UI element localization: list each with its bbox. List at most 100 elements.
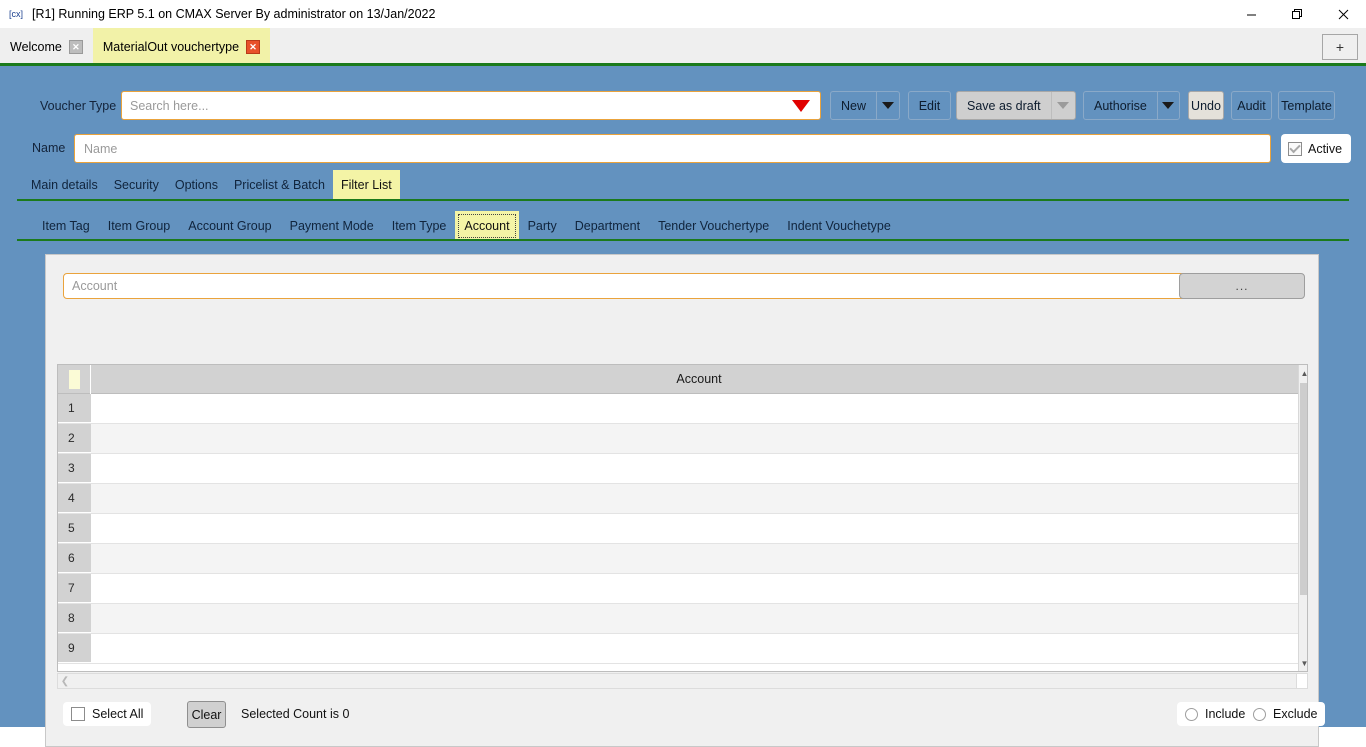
table-row[interactable]: 9 [58, 634, 1307, 664]
authorise-dropdown-arrow[interactable] [1156, 92, 1179, 119]
select-all-label: Select All [92, 707, 144, 721]
template-button[interactable]: Template [1278, 91, 1335, 120]
tab-security[interactable]: Security [106, 170, 167, 199]
account-filter-panel: ... Account 1 2 3 4 5 [45, 254, 1326, 747]
account-search-field[interactable] [63, 273, 1189, 299]
table-row[interactable]: 6 [58, 544, 1307, 574]
name-input[interactable] [75, 141, 1270, 156]
voucher-type-input[interactable] [122, 98, 792, 113]
tab-item-tag[interactable]: Item Tag [33, 211, 99, 241]
tab-tender-vouchertype[interactable]: Tender Vouchertype [649, 211, 778, 241]
table-row[interactable]: 2 [58, 424, 1307, 454]
tab-indent-vouchetype[interactable]: Indent Vouchetype [778, 211, 900, 241]
cell-account[interactable] [91, 484, 1307, 513]
tab-item-type[interactable]: Item Type [383, 211, 456, 241]
cell-account[interactable] [91, 544, 1307, 573]
undo-button[interactable]: Undo [1188, 91, 1224, 120]
table-row[interactable]: 1 [58, 394, 1307, 424]
scroll-up-icon[interactable]: ▲ [1299, 366, 1307, 380]
window-titlebar: [cx] [R1] Running ERP 5.1 on CMAX Server… [0, 0, 1366, 28]
app-icon: [cx] [8, 9, 23, 19]
close-icon[interactable]: ✕ [246, 40, 261, 54]
name-label: Name [32, 141, 66, 155]
tab-department[interactable]: Department [566, 211, 649, 241]
cell-account[interactable] [91, 604, 1307, 633]
template-button-label: Template [1281, 98, 1332, 113]
scrollbar-corner [1296, 673, 1308, 689]
cell-account[interactable] [91, 454, 1307, 483]
table-row[interactable]: 5 [58, 514, 1307, 544]
authorise-button[interactable]: Authorise [1083, 91, 1180, 120]
table-row[interactable]: 3 [58, 454, 1307, 484]
cell-account[interactable] [91, 394, 1307, 423]
grid-vertical-scrollbar[interactable]: ▲ ▼ [1298, 365, 1307, 671]
scroll-left-icon[interactable]: ❮ [58, 676, 72, 687]
tab-indent-vouchetype-label: Indent Vouchetype [787, 219, 891, 233]
tab-account-label: Account [464, 219, 510, 233]
table-row[interactable]: 8 [58, 604, 1307, 634]
cell-account[interactable] [91, 514, 1307, 543]
clear-button[interactable]: Clear [187, 701, 226, 728]
tab-main-details[interactable]: Main details [23, 170, 106, 199]
include-radio-container[interactable]: Include [1177, 702, 1254, 726]
grid-horizontal-scrollbar[interactable]: ❮ ❯ [57, 673, 1308, 689]
close-button[interactable] [1320, 0, 1366, 28]
tab-options[interactable]: Options [167, 170, 226, 199]
chevron-down-icon[interactable] [792, 99, 810, 112]
select-all-container[interactable]: Select All [63, 702, 152, 726]
grid-column-header-account[interactable]: Account [91, 365, 1307, 393]
tab-materialout-vouchertype[interactable]: MaterialOut vouchertype ✕ [92, 28, 271, 66]
new-button[interactable]: New [830, 91, 900, 120]
voucher-type-search[interactable] [121, 91, 821, 120]
tab-welcome[interactable]: Welcome ✕ [0, 28, 93, 66]
window-title: [R1] Running ERP 5.1 on CMAX Server By a… [32, 7, 436, 21]
tab-filter-list[interactable]: Filter List [332, 170, 400, 199]
table-row[interactable]: 4 [58, 484, 1307, 514]
exclude-radio[interactable] [1253, 707, 1266, 721]
document-tabstrip: Welcome ✕ MaterialOut vouchertype ✕ + [0, 28, 1366, 66]
new-dropdown-arrow[interactable] [876, 92, 899, 119]
tab-item-tag-label: Item Tag [42, 219, 90, 233]
minimize-button[interactable] [1228, 0, 1274, 28]
name-field[interactable] [74, 134, 1271, 163]
tab-main-details-label: Main details [31, 177, 98, 192]
tab-payment-mode[interactable]: Payment Mode [281, 211, 383, 241]
vertical-scrollbar-thumb[interactable] [1300, 383, 1307, 595]
tab-account-group[interactable]: Account Group [179, 211, 280, 241]
tab-welcome-label: Welcome [10, 40, 62, 54]
restore-button[interactable] [1274, 0, 1320, 28]
undo-button-label: Undo [1191, 98, 1221, 113]
row-number: 5 [58, 514, 91, 543]
active-checkbox-container[interactable]: Active [1281, 134, 1352, 163]
tab-party[interactable]: Party [519, 211, 566, 241]
row-number: 9 [58, 634, 91, 663]
account-input[interactable] [64, 279, 1188, 293]
new-tab-button[interactable]: + [1322, 34, 1358, 60]
tab-account[interactable]: Account [455, 211, 519, 241]
tab-pricelist-batch[interactable]: Pricelist & Batch [226, 170, 333, 199]
table-row[interactable]: 7 [58, 574, 1307, 604]
save-as-draft-dropdown-arrow[interactable] [1050, 92, 1075, 119]
cell-account[interactable] [91, 634, 1307, 663]
voucher-type-row: Voucher Type New Edit Save as draft Auth… [0, 91, 1366, 125]
scroll-down-icon[interactable]: ▼ [1299, 656, 1307, 670]
account-browse-button[interactable]: ... [1179, 273, 1305, 299]
active-label: Active [1308, 141, 1343, 156]
name-row: Name Active [0, 134, 1366, 164]
edit-button[interactable]: Edit [908, 91, 951, 120]
cell-account[interactable] [91, 424, 1307, 453]
primary-tabbar-divider [17, 199, 1349, 201]
save-as-draft-button[interactable]: Save as draft [956, 91, 1076, 120]
close-icon[interactable]: ✕ [68, 40, 83, 54]
audit-button[interactable]: Audit [1231, 91, 1272, 120]
row-number: 6 [58, 544, 91, 573]
cell-account[interactable] [91, 574, 1307, 603]
exclude-radio-container[interactable]: Exclude [1245, 702, 1326, 726]
active-checkbox[interactable] [1288, 141, 1302, 156]
grid-select-all-corner[interactable] [58, 365, 91, 394]
select-all-checkbox[interactable] [71, 707, 85, 721]
row-number: 1 [58, 394, 91, 423]
include-radio[interactable] [1185, 707, 1198, 721]
tab-item-group[interactable]: Item Group [99, 211, 180, 241]
tab-item-type-label: Item Type [391, 219, 447, 233]
